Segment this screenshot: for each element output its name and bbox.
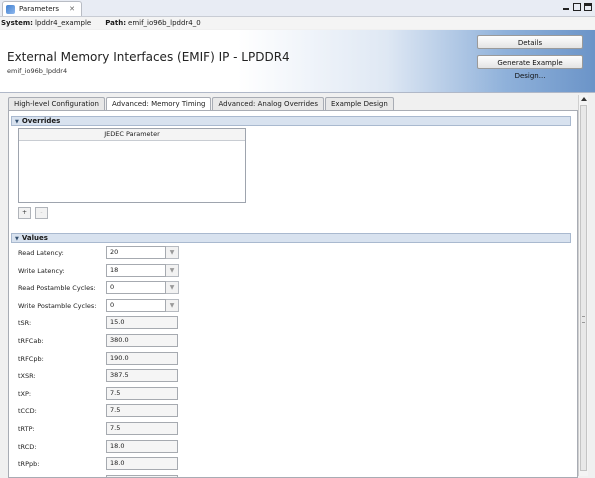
value-field[interactable]: 18.0 xyxy=(106,457,178,471)
system-value: lpddr4_example xyxy=(34,19,92,27)
field-label: tRCD: xyxy=(18,442,37,451)
field-label: Write Latency: xyxy=(18,266,65,275)
field-label: tRFCpb: xyxy=(18,354,44,363)
value-field[interactable]: 387.5 xyxy=(106,369,178,383)
grip-icon xyxy=(582,316,585,323)
view-tab-label: Parameters xyxy=(19,5,60,13)
scrollbar-thumb[interactable] xyxy=(580,105,587,471)
field-label: tXSR: xyxy=(18,372,36,381)
field-label: tRFCab: xyxy=(18,337,44,345)
vertical-scrollbar[interactable] xyxy=(578,95,588,476)
value-field[interactable]: 7.5 xyxy=(106,422,178,435)
value-field[interactable]: 15.0 xyxy=(106,316,178,330)
config-tabs: High-level Configuration Advanced: Memor… xyxy=(8,97,394,111)
tab-high-level-configuration[interactable]: High-level Configuration xyxy=(8,97,105,110)
field-label: tRPpb: xyxy=(18,460,40,469)
generate-example-design-button[interactable]: Generate Example Design... xyxy=(477,55,583,80)
minimize-icon[interactable] xyxy=(562,3,570,11)
chevron-down-icon[interactable]: ▼ xyxy=(166,263,179,277)
view-tab-parameters[interactable]: Parameters ✕ xyxy=(2,1,82,16)
chevron-down-icon[interactable]: ▼ xyxy=(166,298,179,312)
value-field[interactable]: 7.5 xyxy=(106,404,178,418)
overrides-section-label: Overrides xyxy=(21,117,61,125)
page-subtitle: emif_io96b_lpddr4 xyxy=(7,67,68,75)
jedec-overrides-table[interactable]: JEDEC Parameter xyxy=(18,128,246,203)
combo-field[interactable]: 20 xyxy=(106,246,166,259)
restore-icon[interactable] xyxy=(573,3,581,11)
overrides-section-header[interactable]: ▼ Overrides xyxy=(11,116,571,126)
combo-field[interactable]: 18 xyxy=(106,263,166,277)
jedec-parameter-column-header[interactable]: JEDEC Parameter xyxy=(19,129,245,141)
scroll-up-icon[interactable] xyxy=(581,97,587,101)
window-controls xyxy=(562,3,592,11)
values-section-header[interactable]: ▼ Values xyxy=(11,233,571,243)
value-field[interactable]: 380.0 xyxy=(106,334,178,347)
field-label: Read Postamble Cycles: xyxy=(18,284,96,293)
close-icon[interactable]: ✕ xyxy=(69,5,75,13)
chevron-down-icon[interactable]: ▼ xyxy=(15,119,19,125)
ip-header: External Memory Interfaces (EMIF) IP - L… xyxy=(0,30,595,93)
path-label: Path: xyxy=(105,19,127,27)
path-bar: System: lpddr4_example Path: emif_io96b_… xyxy=(0,17,595,29)
combo-field[interactable]: 0 xyxy=(106,281,166,295)
remove-override-button[interactable]: - xyxy=(35,207,48,219)
values-section-label: Values xyxy=(21,234,48,242)
tab-advanced-analog-overrides[interactable]: Advanced: Analog Overrides xyxy=(212,97,324,110)
parameters-icon xyxy=(6,4,15,14)
chevron-down-icon[interactable]: ▼ xyxy=(166,281,179,295)
field-label: tXP: xyxy=(18,389,32,398)
memory-timing-panel: ▼ Overrides JEDEC Parameter + - ▼ Values R… xyxy=(8,110,578,478)
tab-example-design[interactable]: Example Design xyxy=(325,97,394,110)
field-label: tSR: xyxy=(18,319,32,328)
field-label: Write Postamble Cycles: xyxy=(18,301,97,310)
path-value: emif_io96b_lpddr4_0 xyxy=(128,19,201,27)
system-label: System: xyxy=(1,19,33,27)
field-label: Read Latency: xyxy=(18,249,64,257)
value-field[interactable]: 7.5 xyxy=(106,386,178,400)
chevron-down-icon[interactable]: ▼ xyxy=(166,246,179,259)
details-button[interactable]: Details xyxy=(477,35,583,49)
value-field[interactable]: 190.0 xyxy=(106,351,178,365)
combo-field[interactable]: 0 xyxy=(106,298,166,312)
chevron-down-icon[interactable]: ▼ xyxy=(15,236,19,242)
value-field[interactable]: 18.0 xyxy=(106,439,178,453)
field-label: tRTP: xyxy=(18,425,35,433)
maximize-icon[interactable] xyxy=(584,3,592,11)
tab-advanced-memory-timing[interactable]: Advanced: Memory Timing xyxy=(105,97,212,111)
view-tab-bar: Parameters ✕ xyxy=(0,0,595,17)
page-title: External Memory Interfaces (EMIF) IP - L… xyxy=(7,50,290,64)
field-label: tCCD: xyxy=(18,407,37,416)
add-override-button[interactable]: + xyxy=(18,207,31,219)
